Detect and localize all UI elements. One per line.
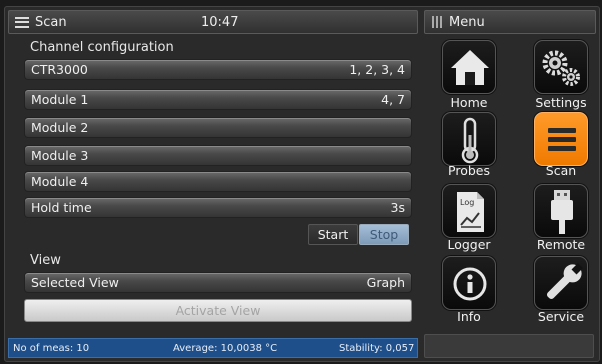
status-bar: No of meas: 10 Average: 10,0038 °C Stabi… bbox=[8, 338, 418, 358]
channel-config-label: Channel configuration bbox=[30, 40, 174, 55]
stability-value: Stability: 0,057 bbox=[339, 343, 415, 354]
hamburger-icon[interactable] bbox=[15, 16, 29, 28]
tile-label-probes: Probes bbox=[448, 163, 490, 178]
home-tile[interactable] bbox=[442, 40, 496, 94]
view-label: View bbox=[30, 253, 61, 268]
menu-title: Menu bbox=[449, 14, 485, 30]
row-module-1[interactable]: Module 1 4, 7 bbox=[24, 89, 412, 110]
row-module-2[interactable]: Module 2 bbox=[24, 117, 412, 138]
logger-tile[interactable]: Log bbox=[442, 184, 496, 238]
row-module-4[interactable]: Module 4 bbox=[24, 171, 412, 192]
row-value: 4, 7 bbox=[381, 92, 405, 107]
row-name: Module 4 bbox=[31, 174, 89, 189]
scan-list-icon bbox=[548, 128, 576, 151]
tile-label-info: Info bbox=[457, 309, 481, 324]
probes-tile[interactable] bbox=[442, 112, 496, 166]
info-icon bbox=[453, 267, 487, 301]
thermometer-icon bbox=[461, 117, 479, 164]
activate-view-button[interactable]: Activate View bbox=[24, 299, 412, 322]
wrench-icon bbox=[546, 263, 583, 300]
average-value: Average: 10,0038 °C bbox=[173, 343, 278, 354]
menu-footer bbox=[424, 334, 594, 358]
page-title: Scan bbox=[35, 14, 67, 30]
log-icon-text: Log bbox=[460, 198, 474, 207]
stop-button[interactable]: Stop bbox=[359, 224, 409, 245]
row-value: Graph bbox=[366, 275, 405, 290]
scan-tile[interactable] bbox=[534, 112, 588, 166]
row-name: CTR3000 bbox=[31, 62, 88, 77]
row-module-3[interactable]: Module 3 bbox=[24, 145, 412, 166]
clock-time: 10:47 bbox=[201, 14, 239, 30]
tile-label-service: Service bbox=[537, 309, 585, 324]
row-ctr3000[interactable]: CTR3000 1, 2, 3, 4 bbox=[24, 59, 412, 80]
row-hold-time[interactable]: Hold time 3s bbox=[24, 197, 412, 218]
gears-icon bbox=[542, 50, 580, 86]
settings-tile[interactable] bbox=[534, 40, 588, 94]
row-name: Selected View bbox=[31, 275, 119, 290]
tile-label-remote: Remote bbox=[536, 237, 586, 252]
start-button[interactable]: Start bbox=[308, 224, 358, 245]
row-value: 3s bbox=[390, 200, 405, 215]
remote-tile[interactable] bbox=[534, 184, 588, 238]
service-tile[interactable] bbox=[534, 256, 588, 310]
menu-bar: Menu bbox=[424, 10, 596, 34]
tile-label-logger: Logger bbox=[447, 237, 491, 252]
row-name: Module 2 bbox=[31, 120, 89, 135]
log-document-icon: Log bbox=[457, 192, 484, 232]
row-name: Module 3 bbox=[31, 148, 89, 163]
usb-plug-icon bbox=[551, 190, 573, 234]
tile-label-settings: Settings bbox=[535, 95, 587, 110]
home-icon bbox=[451, 50, 489, 85]
row-value: 1, 2, 3, 4 bbox=[349, 62, 405, 77]
tile-label-scan: Scan bbox=[545, 163, 577, 178]
title-bar: Scan 10:47 bbox=[8, 10, 418, 34]
tile-label-home: Home bbox=[450, 95, 488, 110]
row-selected-view[interactable]: Selected View Graph bbox=[24, 272, 412, 293]
row-name: Hold time bbox=[31, 200, 92, 215]
meas-count: No of meas: 10 bbox=[13, 343, 90, 354]
row-name: Module 1 bbox=[31, 92, 89, 107]
menu-grid-icon bbox=[431, 16, 443, 28]
info-tile[interactable] bbox=[442, 256, 496, 310]
